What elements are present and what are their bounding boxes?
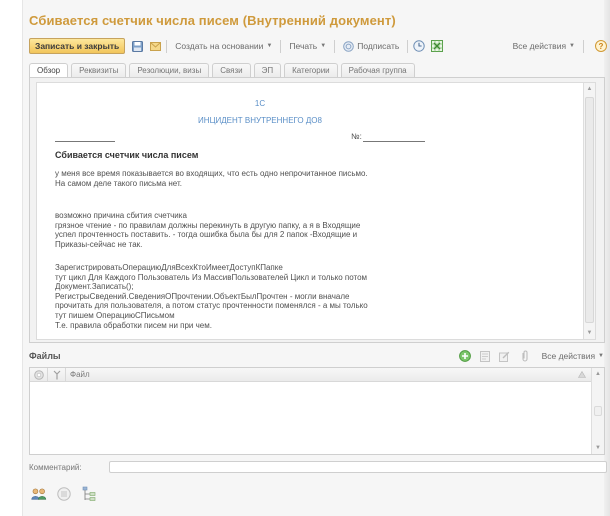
file-status-column-icon[interactable] <box>30 367 48 382</box>
tab-categories[interactable]: Категории <box>284 63 338 77</box>
sort-icon <box>578 371 586 378</box>
toolbar-separator <box>166 39 168 53</box>
comment-row: Комментарий: <box>29 460 607 474</box>
help-icon[interactable]: ? <box>595 40 607 52</box>
list-circle-icon[interactable] <box>56 486 72 502</box>
doc-heading: Сбивается счетчик числа писем <box>55 150 199 160</box>
sign-icon <box>343 40 355 52</box>
doc-text-line: грязное чтение - по правилам должны пере… <box>55 220 361 230</box>
file-signed-column-icon[interactable] <box>48 367 66 382</box>
tab-links[interactable]: Связи <box>212 63 251 77</box>
tab-digital-signature[interactable]: ЭП <box>253 63 282 77</box>
doc-text-line: успел прочтенность поставить. - тогда ош… <box>55 230 358 240</box>
doc-text-line: Документ.Записать(); <box>55 282 134 292</box>
tab-bar: Обзор Реквизиты Резолюции, визы Связи ЭП… <box>29 63 418 77</box>
date-underline <box>55 141 115 142</box>
files-all-actions-menu[interactable]: Все действия ▼ <box>542 351 604 361</box>
files-toolbar: Все действия ▼ <box>458 350 607 362</box>
tab-work-group[interactable]: Рабочая группа <box>340 63 415 77</box>
comment-input[interactable] <box>109 461 607 473</box>
scroll-down-icon[interactable]: ▼ <box>592 442 604 454</box>
toolbar-separator <box>334 39 336 53</box>
scroll-down-icon[interactable]: ▼ <box>584 327 595 339</box>
files-table-header: Файл <box>30 367 592 382</box>
create-based-on-label: Создать на основании <box>175 41 264 51</box>
doc-number-label: №: <box>351 132 362 141</box>
print-menu[interactable]: Печать ▼ <box>289 41 326 51</box>
doc-text-line: у меня все время показывается во входящи… <box>55 169 368 178</box>
window-title: Сбивается счетчик числа писем (Внутренни… <box>29 13 396 28</box>
chevron-down-icon: ▼ <box>598 353 604 359</box>
scroll-thumb[interactable] <box>594 406 602 416</box>
files-title: Файлы <box>29 351 61 361</box>
edit-file-icon[interactable] <box>499 350 511 362</box>
spreadsheet-icon[interactable] <box>431 40 444 52</box>
all-actions-menu[interactable]: Все действия ▼ <box>513 41 575 51</box>
number-underline <box>363 141 425 142</box>
doc-org: 1С <box>254 99 266 108</box>
doc-text-line: тут цикл Для Каждого Пользователь Из Мас… <box>55 272 368 282</box>
doc-header: ИНЦИДЕНТ ВНУТРЕННЕГО ДО8 <box>198 116 322 125</box>
tab-requisites[interactable]: Реквизиты <box>71 63 127 77</box>
structure-icon[interactable] <box>81 486 97 502</box>
chevron-down-icon: ▼ <box>320 43 327 49</box>
toolbar-separator <box>407 39 409 53</box>
save-and-close-button[interactable]: Записать и закрыть <box>29 38 126 54</box>
scroll-up-icon[interactable]: ▲ <box>584 83 595 95</box>
doc-text-line: Т.е. правила обработки писем ни при чем. <box>55 320 212 330</box>
comment-label: Комментарий: <box>29 462 82 472</box>
toolbar: Записать и закрыть Создать на основании … <box>29 38 607 54</box>
toolbar-separator <box>583 39 584 53</box>
users-icon[interactable] <box>31 486 47 502</box>
document-preview[interactable]: 1С ИНЦИДЕНТ ВНУТРЕННЕГО ДО8 №: Сбивается… <box>36 82 596 340</box>
toolbar-separator <box>280 39 282 53</box>
doc-text-line: На самом деле такого письма нет. <box>55 178 182 188</box>
doc-text-line: Приказы-сейчас не так. <box>55 239 143 249</box>
document-window: Сбивается счетчик числа писем (Внутренни… <box>22 0 610 516</box>
chevron-down-icon: ▼ <box>266 43 273 49</box>
document-scrollbar[interactable]: ▲ ▼ <box>583 83 595 339</box>
attach-icon[interactable] <box>519 350 531 362</box>
print-label: Печать <box>289 41 318 51</box>
files-section-header: Файлы Все действия ▼ <box>29 349 607 363</box>
document-preview-frame: 1С ИНЦИДЕНТ ВНУТРЕННЕГО ДО8 №: Сбивается… <box>29 77 605 343</box>
files-scrollbar[interactable]: ▲ ▼ <box>591 368 604 454</box>
doc-text-line: тут пишем ОперациюСПисьмом <box>55 311 175 320</box>
doc-text-line: прочитать для пользователя, а потом стат… <box>55 301 368 311</box>
doc-text-line: возможно причина сбития счетчика <box>55 211 187 220</box>
tab-resolutions[interactable]: Резолюции, визы <box>129 63 210 77</box>
doc-text-line: РегистрыСведений.СведенияОПрочтении.Объе… <box>55 291 350 301</box>
scroll-thumb[interactable] <box>585 97 594 323</box>
doc-text-line: ЗарегистрироватьОперациюДляВсехКтоИмеетД… <box>55 263 283 272</box>
sign-button[interactable]: Подписать <box>343 40 400 52</box>
file-column-label: Файл <box>70 370 90 379</box>
envelope-icon[interactable] <box>149 40 161 52</box>
scroll-up-icon[interactable]: ▲ <box>592 368 604 380</box>
floppy-disk-icon[interactable] <box>131 40 143 52</box>
clock-icon[interactable] <box>413 40 425 52</box>
open-file-icon[interactable] <box>479 350 491 362</box>
files-table[interactable]: Файл ▲ ▼ <box>29 367 605 455</box>
sign-label: Подписать <box>357 41 400 51</box>
files-all-actions-label: Все действия <box>541 351 596 361</box>
add-file-icon[interactable] <box>458 350 471 362</box>
chevron-down-icon: ▼ <box>569 43 575 49</box>
file-name-column-header[interactable]: Файл <box>66 368 592 382</box>
bottom-toolbar <box>31 486 106 502</box>
create-based-on-menu[interactable]: Создать на основании ▼ <box>175 41 272 51</box>
tab-overview[interactable]: Обзор <box>29 63 69 77</box>
toolbar-right: Все действия ▼ ? <box>510 39 607 53</box>
all-actions-label: Все действия <box>512 41 567 51</box>
